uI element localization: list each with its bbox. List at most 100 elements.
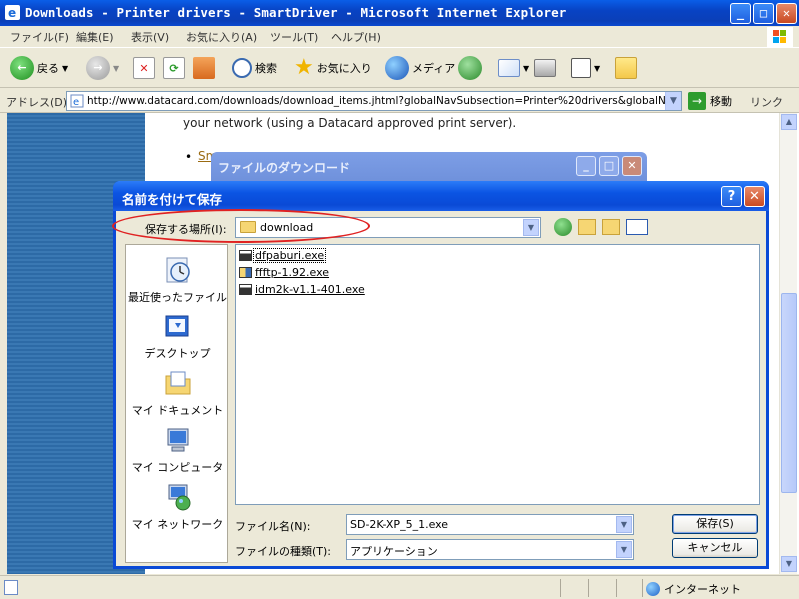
minimize-button[interactable]: _: [730, 3, 751, 24]
back-label: 戻る: [37, 62, 59, 75]
messenger-button[interactable]: [615, 55, 637, 81]
edit-dropdown-icon[interactable]: ▼: [594, 64, 600, 73]
place-my-documents[interactable]: マイ ドキュメント: [126, 368, 229, 418]
filetype-dropdown-icon[interactable]: ▼: [616, 541, 632, 558]
home-icon: [193, 57, 215, 79]
scroll-down-icon[interactable]: ▼: [781, 556, 797, 572]
save-dialog-titlebar: 名前を付けて保存 ? ✕: [113, 181, 769, 211]
page-status-icon: [4, 580, 18, 595]
back-button[interactable]: ← 戻る ▼: [10, 55, 68, 81]
forward-arrow-icon: →: [86, 56, 110, 80]
file-name: idm2k-v1.1-401.exe: [255, 283, 365, 296]
refresh-icon: ⟳: [163, 57, 185, 79]
svg-text:e: e: [73, 97, 79, 108]
filetype-select[interactable]: アプリケーション ▼: [346, 539, 634, 560]
new-folder-icon[interactable]: [602, 219, 620, 235]
go-arrow-icon: →: [688, 92, 706, 110]
maximize-button[interactable]: □: [753, 3, 774, 24]
zone-label: インターネット: [664, 583, 741, 596]
svg-text:e: e: [8, 6, 16, 20]
stop-button[interactable]: ✕: [133, 55, 155, 81]
place-label: マイ コンピュータ: [131, 461, 224, 474]
scroll-up-icon[interactable]: ▲: [781, 114, 797, 130]
filetype-value: アプリケーション: [350, 545, 438, 558]
menu-help[interactable]: ヘルプ(H): [331, 29, 381, 45]
status-bar: インターネット: [0, 575, 799, 599]
search-icon: [232, 58, 252, 78]
annotation-ellipse: [112, 209, 370, 243]
place-my-network[interactable]: マイ ネットワーク: [126, 482, 229, 532]
window-left-border: [0, 113, 7, 574]
address-input[interactable]: e http://www.datacard.com/downloads/down…: [66, 91, 682, 111]
scrollbar-thumb[interactable]: [781, 293, 797, 493]
history-button[interactable]: [458, 55, 482, 81]
printer-icon: [534, 59, 556, 77]
save-dialog-title: 名前を付けて保存: [122, 192, 223, 207]
print-button[interactable]: [534, 55, 556, 81]
back-folder-icon[interactable]: [554, 218, 572, 236]
refresh-button[interactable]: ⟳: [163, 55, 185, 81]
my-network-icon: [168, 484, 190, 511]
up-folder-icon[interactable]: [578, 219, 596, 235]
menu-tools[interactable]: ツール(T): [270, 29, 318, 45]
file-name: dfpaburi.exe: [252, 248, 327, 263]
forward-dropdown-icon[interactable]: ▼: [113, 64, 119, 73]
my-computer-icon: [167, 428, 188, 452]
save-button[interactable]: 保存(S): [672, 514, 758, 534]
address-bar: アドレス(D) e http://www.datacard.com/downlo…: [0, 89, 799, 113]
download-close-button[interactable]: ✕: [622, 156, 642, 176]
places-bar: 最近使ったファイル デスクトップ マイ ドキュメント マイ コンピュータ マイ …: [125, 244, 228, 563]
go-button[interactable]: → 移動: [688, 91, 732, 111]
place-desktop[interactable]: デスクトップ: [126, 311, 229, 361]
view-menu-icon[interactable]: [626, 219, 648, 235]
favorites-button[interactable]: ★ お気に入り: [294, 55, 372, 81]
back-dropdown-icon[interactable]: ▼: [62, 64, 68, 73]
filename-label: ファイル名(N):: [235, 520, 311, 533]
internet-explorer-icon: e: [5, 5, 20, 20]
search-button[interactable]: 検索: [232, 55, 277, 81]
forward-button[interactable]: → ▼: [86, 55, 119, 81]
cancel-button[interactable]: キャンセル: [672, 538, 758, 558]
help-button[interactable]: ?: [721, 186, 742, 207]
filename-input[interactable]: SD-2K-XP_5_1.exe ▼: [346, 514, 634, 535]
menu-view[interactable]: 表示(V): [131, 29, 169, 45]
file-list-item[interactable]: idm2k-v1.1-401.exe: [239, 282, 366, 297]
executable-file-icon: [239, 267, 252, 278]
download-minimize-button[interactable]: _: [576, 156, 596, 176]
close-button[interactable]: ✕: [776, 3, 797, 24]
edit-button[interactable]: ▼: [571, 55, 600, 81]
standard-toolbar: ← 戻る ▼ → ▼ ✕ ⟳ 検索 ★ お気に入り メディア ▼ ▼: [0, 48, 799, 88]
page-scrollbar[interactable]: ▲ ▼: [779, 113, 797, 574]
place-label: デスクトップ: [144, 347, 211, 360]
mail-dropdown-icon[interactable]: ▼: [523, 64, 529, 73]
note-icon: [615, 57, 637, 79]
menu-favorites[interactable]: お気に入り(A): [186, 29, 257, 45]
place-recent-files[interactable]: 最近使ったファイル: [126, 255, 229, 305]
file-list[interactable]: dfpaburi.exe ffftp-1.92.exe idm2k-v1.1-4…: [235, 244, 760, 505]
home-button[interactable]: [193, 55, 215, 81]
stop-icon: ✕: [133, 57, 155, 79]
search-label: 検索: [255, 62, 277, 75]
internet-zone-icon: [646, 582, 660, 596]
history-icon: [458, 56, 482, 80]
windows-logo-icon: [767, 27, 793, 47]
menu-edit[interactable]: 編集(E): [76, 29, 114, 45]
favorites-label: お気に入り: [316, 62, 372, 75]
security-zone: インターネット: [646, 581, 741, 597]
place-my-computer[interactable]: マイ コンピュータ: [126, 425, 229, 475]
save-dialog-close-button[interactable]: ✕: [744, 186, 765, 207]
address-dropdown-icon[interactable]: ▼: [665, 92, 681, 110]
recent-files-icon: [166, 257, 190, 283]
mail-button[interactable]: ▼: [498, 55, 529, 81]
download-maximize-button[interactable]: □: [599, 156, 619, 176]
menu-file[interactable]: ファイル(F): [10, 29, 69, 45]
place-label: 最近使ったファイル: [128, 291, 227, 304]
location-dropdown-icon[interactable]: ▼: [523, 219, 539, 236]
filename-dropdown-icon[interactable]: ▼: [616, 516, 632, 533]
address-url: http://www.datacard.com/downloads/downlo…: [87, 95, 682, 107]
file-list-item[interactable]: ffftp-1.92.exe: [239, 265, 330, 280]
file-list-item[interactable]: dfpaburi.exe: [239, 248, 327, 263]
links-label[interactable]: リンク: [750, 94, 783, 110]
media-button[interactable]: メディア: [385, 55, 455, 81]
executable-file-icon: [239, 250, 252, 261]
